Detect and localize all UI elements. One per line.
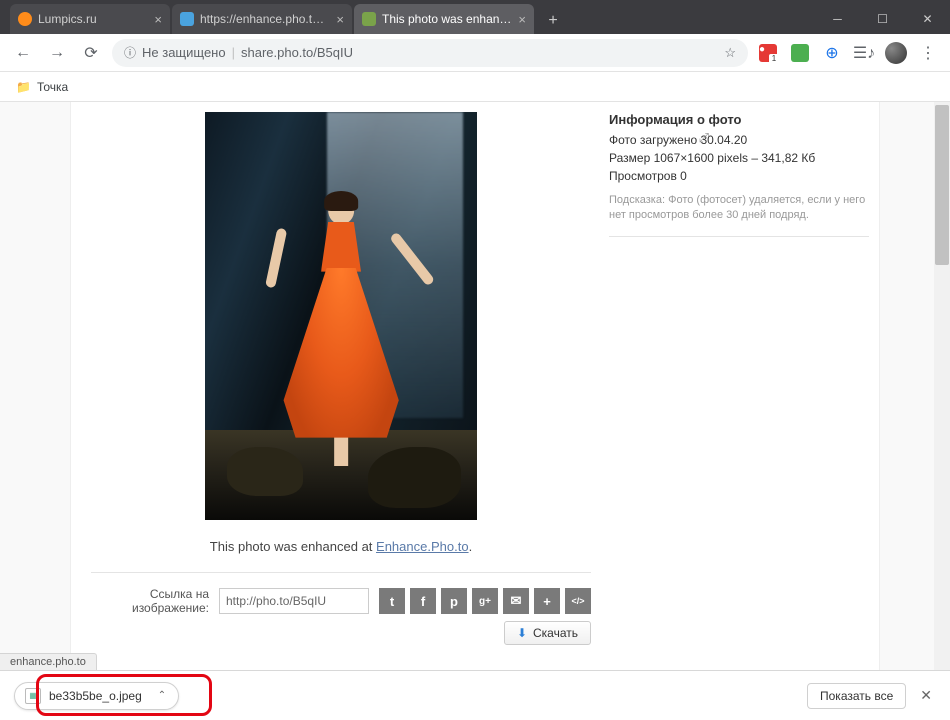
email-icon[interactable]: ✉: [503, 588, 529, 614]
tab-favicon: [18, 12, 32, 26]
new-tab-button[interactable]: +: [540, 8, 566, 34]
share-icons: t f p g+ ✉ + </>: [379, 588, 591, 614]
sidebar-title: Информация о фото: [609, 112, 869, 127]
share-row: Ссылка на изображение: t f p g+ ✉ + </>: [91, 572, 591, 615]
window-controls: ─ ☐ ✕: [815, 4, 950, 34]
scroll-thumb[interactable]: [935, 105, 949, 265]
twitter-icon[interactable]: t: [379, 588, 405, 614]
download-chip[interactable]: ▦ be33b5be_o.jpeg ⌃: [14, 682, 179, 710]
window-titlebar: Lumpics.ru × https://enhance.pho.to/ru/ …: [0, 0, 950, 34]
reload-button[interactable]: ⟳: [78, 40, 104, 66]
browser-tab-1[interactable]: Lumpics.ru ×: [10, 4, 170, 34]
download-shelf: ▦ be33b5be_o.jpeg ⌃ Показать все ✕: [0, 670, 950, 720]
photo-container: ⤢ This photo was enhanced at Enh: [91, 112, 591, 554]
sidebar-views: Просмотров 0: [609, 169, 869, 183]
pinterest-icon[interactable]: p: [441, 588, 467, 614]
back-button[interactable]: ←: [10, 40, 36, 66]
vertical-scrollbar[interactable]: [934, 102, 950, 670]
download-shelf-right: Показать все ✕: [807, 683, 936, 709]
sidebar-size: Размер 1067×1600 pixels – 341,82 Кб: [609, 151, 869, 165]
browser-tab-2[interactable]: https://enhance.pho.to/ru/ ×: [172, 4, 352, 34]
close-icon[interactable]: ×: [336, 12, 344, 27]
browser-tab-3[interactable]: This photo was enhanced at Enh… ×: [354, 4, 534, 34]
url-input[interactable]: ⓘ Не защищено | share.pho.to/B5qIU ☆: [112, 39, 748, 67]
tab-favicon: [180, 12, 194, 26]
close-window-button[interactable]: ✕: [905, 4, 950, 34]
page-viewport: ⤢ This photo was enhanced at Enh: [0, 102, 950, 670]
address-bar: ← → ⟳ ⓘ Не защищено | share.pho.to/B5qIU…: [0, 34, 950, 72]
facebook-icon[interactable]: f: [410, 588, 436, 614]
share-url-input[interactable]: [219, 588, 369, 614]
folder-icon: 📁: [16, 80, 31, 94]
forward-button[interactable]: →: [44, 40, 70, 66]
tab-favicon: [362, 12, 376, 26]
bookmark-item[interactable]: Точка: [37, 80, 68, 94]
tab-title: Lumpics.ru: [38, 12, 148, 26]
close-icon[interactable]: ×: [154, 12, 162, 27]
tab-strip: Lumpics.ru × https://enhance.pho.to/ru/ …: [0, 0, 566, 34]
caption-link[interactable]: Enhance.Pho.to: [376, 539, 469, 554]
status-bar-hover: enhance.pho.to: [0, 653, 97, 670]
download-filename: be33b5be_o.jpeg: [49, 689, 142, 703]
bookmarks-bar: 📁 Точка: [0, 72, 950, 102]
close-icon[interactable]: ×: [518, 12, 526, 27]
close-shelf-icon[interactable]: ✕: [916, 683, 936, 708]
chevron-up-icon[interactable]: ⌃: [158, 690, 166, 701]
reading-list-icon[interactable]: ☰♪: [852, 41, 876, 65]
show-all-downloads-button[interactable]: Показать все: [807, 683, 906, 709]
gplus-icon[interactable]: g+: [472, 588, 498, 614]
download-row: ⬇ Скачать: [91, 621, 591, 645]
main-column: ⤢ This photo was enhanced at Enh: [91, 112, 591, 645]
minimize-button[interactable]: ─: [815, 4, 860, 34]
page-content: ⤢ This photo was enhanced at Enh: [70, 102, 880, 670]
share-label: Ссылка на изображение:: [91, 587, 209, 615]
sidebar-uploaded: Фото загружено 30.04.20: [609, 133, 869, 147]
browser-menu-button[interactable]: ⋮: [916, 41, 940, 65]
url-text: share.pho.to/B5qIU: [241, 45, 718, 60]
download-button-label: Скачать: [533, 626, 578, 640]
main-photo[interactable]: [205, 112, 477, 520]
maximize-button[interactable]: ☐: [860, 4, 905, 34]
more-share-icon[interactable]: +: [534, 588, 560, 614]
extension-3[interactable]: ⊕: [820, 41, 844, 65]
info-icon[interactable]: ⓘ: [124, 44, 136, 61]
expand-icon[interactable]: ⤢: [699, 130, 709, 146]
download-icon: ⬇: [517, 626, 527, 640]
embed-icon[interactable]: </>: [565, 588, 591, 614]
bookmark-star-icon[interactable]: ☆: [724, 45, 736, 61]
extension-1[interactable]: ●1: [756, 41, 780, 65]
tab-title: https://enhance.pho.to/ru/: [200, 12, 330, 26]
download-button[interactable]: ⬇ Скачать: [504, 621, 591, 645]
photo-caption: This photo was enhanced at Enhance.Pho.t…: [91, 539, 591, 554]
extension-2[interactable]: [788, 41, 812, 65]
sidebar-hint: Подсказка: Фото (фотосет) удаляется, есл…: [609, 193, 869, 237]
tab-title: This photo was enhanced at Enh…: [382, 12, 512, 26]
profile-avatar[interactable]: [884, 41, 908, 65]
caption-text: This photo was enhanced at: [210, 539, 376, 554]
file-icon: ▦: [25, 688, 41, 704]
info-sidebar: Информация о фото Фото загружено 30.04.2…: [609, 112, 869, 237]
security-label: Не защищено: [142, 45, 226, 60]
